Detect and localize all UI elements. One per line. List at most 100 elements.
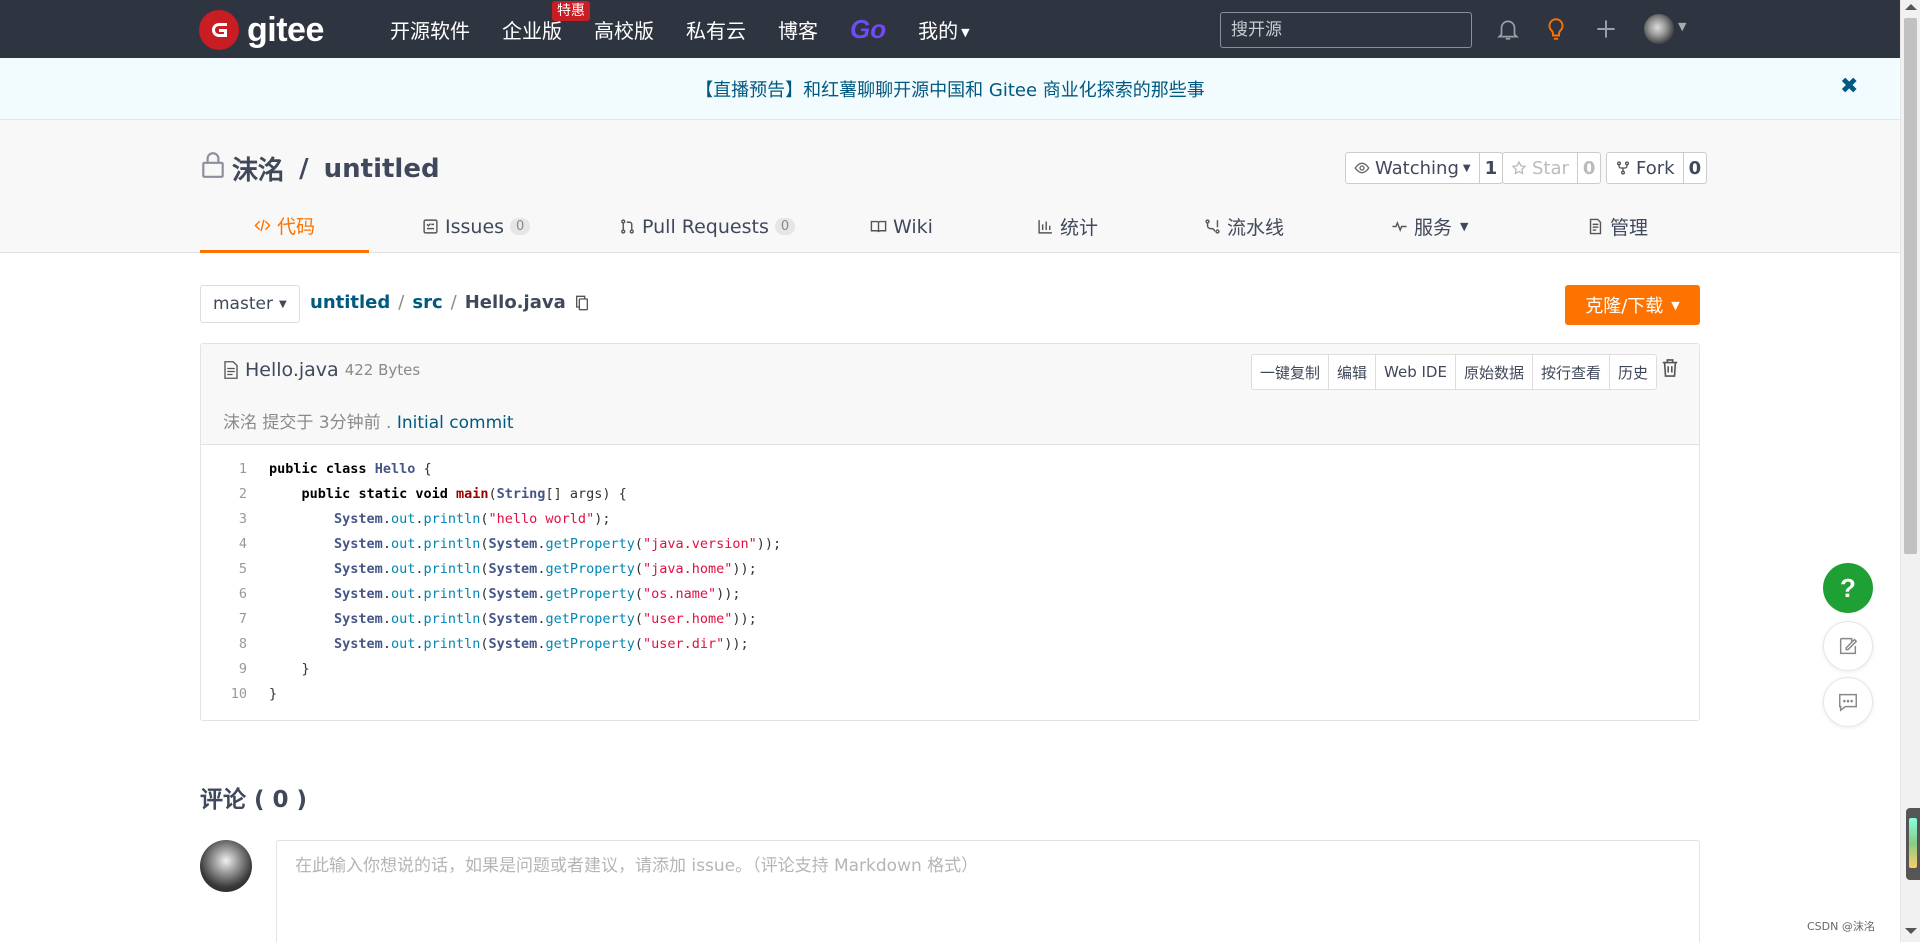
banner-link[interactable]: 【直播预告】和红薯聊聊开源中国和 Gitee 商业化探索的那些事 bbox=[695, 76, 1205, 102]
tab-services[interactable]: 服务 ▼ bbox=[1391, 200, 1468, 253]
star-button[interactable]: Star bbox=[1502, 152, 1578, 184]
chevron-down-icon: ▼ bbox=[278, 298, 287, 310]
file-size: 422 Bytes bbox=[344, 361, 421, 379]
tab-issues[interactable]: Issues 0 bbox=[422, 200, 531, 253]
scroll-thumb[interactable] bbox=[1904, 18, 1917, 554]
page-scrollbar[interactable] bbox=[1900, 0, 1920, 942]
file-toolbar: 一键复制 编辑 Web IDE 原始数据 按行查看 历史 bbox=[1251, 354, 1658, 390]
code-line: 10} bbox=[201, 682, 1699, 707]
top-navbar: gitee 开源软件 企业版 特惠 高校版 私有云 博客 Go 我的▼ ▼ bbox=[0, 0, 1900, 58]
code-line: 6 System.out.println(System.getProperty(… bbox=[201, 582, 1699, 607]
commit-meta: 提交于 3分钟前 . bbox=[257, 413, 397, 433]
copy-path-icon[interactable] bbox=[574, 294, 590, 312]
side-widget[interactable] bbox=[1906, 808, 1920, 880]
file-header: Hello.java 422 Bytes 一键复制 编辑 Web IDE 原始数… bbox=[201, 344, 1699, 445]
chat-button[interactable] bbox=[1823, 677, 1873, 727]
scroll-up-arrow[interactable] bbox=[1905, 4, 1917, 10]
breadcrumb-current-file: Hello.java bbox=[464, 292, 566, 313]
code-text: System.out.println(System.getProperty("u… bbox=[334, 636, 749, 652]
line-number[interactable]: 6 bbox=[201, 582, 247, 607]
tab-code[interactable]: 代码 bbox=[200, 200, 369, 253]
breadcrumb-repo[interactable]: untitled bbox=[310, 292, 390, 313]
issues-icon bbox=[423, 219, 438, 234]
star-icon bbox=[1511, 160, 1527, 175]
pull-request-icon bbox=[621, 219, 634, 234]
clone-download-button[interactable]: 克隆/下载 ▼ bbox=[1565, 285, 1700, 325]
blame-button[interactable]: 按行查看 bbox=[1531, 355, 1609, 389]
nav-link-blog[interactable]: 博客 bbox=[778, 15, 818, 44]
commit-info: 沫洺 提交于 3分钟前 . Initial commit bbox=[223, 408, 514, 433]
line-number[interactable]: 8 bbox=[201, 632, 247, 657]
fork-button[interactable]: Fork bbox=[1606, 152, 1684, 184]
fork-count[interactable]: 0 bbox=[1683, 152, 1708, 184]
tab-pipeline[interactable]: 流水线 bbox=[1204, 200, 1284, 253]
copy-all-button[interactable]: 一键复制 bbox=[1252, 355, 1328, 389]
line-number[interactable]: 9 bbox=[201, 657, 247, 682]
repo-owner-link[interactable]: 沫洺 bbox=[232, 150, 284, 187]
close-icon[interactable]: ✖ bbox=[1840, 74, 1858, 99]
line-number[interactable]: 4 bbox=[201, 532, 247, 557]
history-button[interactable]: 历史 bbox=[1609, 355, 1656, 389]
file-title: Hello.java 422 Bytes bbox=[223, 359, 420, 381]
watch-button[interactable]: Watching ▼ bbox=[1345, 152, 1480, 184]
code-block: 1 public class Hello {2 public static voi… bbox=[201, 445, 1699, 707]
logo-text: gitee bbox=[247, 10, 324, 49]
nav-link-go[interactable]: Go bbox=[850, 14, 886, 45]
tab-stats[interactable]: 统计 bbox=[1037, 200, 1098, 253]
avatar-chevron-down-icon[interactable]: ▼ bbox=[1678, 20, 1686, 33]
tab-pull-requests-count: 0 bbox=[774, 218, 796, 235]
repo-separator: / bbox=[290, 153, 318, 184]
star-count[interactable]: 0 bbox=[1577, 152, 1602, 184]
scroll-down-arrow[interactable] bbox=[1905, 928, 1917, 934]
line-number[interactable]: 5 bbox=[201, 557, 247, 582]
tab-pull-requests[interactable]: Pull Requests 0 bbox=[619, 200, 796, 253]
plus-icon[interactable] bbox=[1591, 14, 1621, 44]
chevron-down-icon: ▼ bbox=[1460, 220, 1469, 233]
breadcrumb-separator: / bbox=[398, 292, 405, 313]
chat-icon bbox=[1839, 693, 1857, 712]
tab-wiki[interactable]: Wiki bbox=[870, 200, 933, 253]
nav-link-private-cloud[interactable]: 私有云 bbox=[686, 15, 746, 44]
code-text: public static void main(String[] args) { bbox=[301, 486, 627, 502]
gitee-logo[interactable]: gitee bbox=[199, 10, 324, 50]
nav-link-enterprise[interactable]: 企业版 特惠 bbox=[502, 0, 590, 44]
breadcrumb-src[interactable]: src bbox=[412, 292, 442, 313]
tab-manage[interactable]: 管理 bbox=[1587, 200, 1648, 253]
commit-message-link[interactable]: Initial commit bbox=[397, 413, 514, 433]
commit-author[interactable]: 沫洺 bbox=[223, 413, 257, 433]
nav-link-mine[interactable]: 我的 ▼ bbox=[918, 15, 969, 44]
promo-badge: 特惠 bbox=[552, 0, 590, 21]
branch-select[interactable]: master ▼ bbox=[200, 285, 300, 323]
help-button[interactable]: ? bbox=[1823, 563, 1873, 613]
bar-chart-icon bbox=[1038, 220, 1052, 234]
search-input[interactable] bbox=[1220, 12, 1472, 48]
code-text: } bbox=[269, 661, 310, 677]
raw-button[interactable]: 原始数据 bbox=[1454, 355, 1532, 389]
line-number[interactable]: 3 bbox=[201, 507, 247, 532]
edit-button[interactable]: 编辑 bbox=[1328, 355, 1375, 389]
lightbulb-icon[interactable] bbox=[1541, 14, 1571, 44]
trash-icon[interactable] bbox=[1661, 358, 1679, 382]
code-line: 9 } bbox=[201, 657, 1699, 682]
feedback-button[interactable] bbox=[1823, 621, 1873, 671]
line-number[interactable]: 10 bbox=[201, 682, 247, 707]
nav-link-open-source[interactable]: 开源软件 bbox=[390, 15, 470, 44]
web-ide-button[interactable]: Web IDE bbox=[1375, 355, 1455, 389]
code-text: System.out.println(System.getProperty("u… bbox=[334, 611, 757, 627]
watch-count[interactable]: 1 bbox=[1479, 152, 1504, 184]
repo-name-link[interactable]: untitled bbox=[324, 154, 440, 184]
avatar[interactable] bbox=[200, 840, 252, 892]
user-avatar[interactable] bbox=[1644, 14, 1674, 44]
code-line: 8 System.out.println(System.getProperty(… bbox=[201, 632, 1699, 657]
comment-input[interactable] bbox=[276, 840, 1700, 942]
tab-code-label: 代码 bbox=[276, 215, 315, 238]
watch-label: Watching bbox=[1375, 157, 1459, 179]
repo-tabs: 代码 Issues 0 Pull Requests 0 Wiki 统计 流水线 … bbox=[200, 200, 1700, 253]
line-number[interactable]: 2 bbox=[201, 482, 247, 507]
line-number[interactable]: 7 bbox=[201, 607, 247, 632]
bell-icon[interactable] bbox=[1493, 14, 1523, 44]
repo-title: 沫洺 / untitled bbox=[200, 150, 440, 187]
nav-link-education[interactable]: 高校版 bbox=[594, 15, 654, 44]
line-number[interactable]: 1 bbox=[201, 457, 247, 482]
code-line: 1 public class Hello { bbox=[201, 457, 1699, 482]
